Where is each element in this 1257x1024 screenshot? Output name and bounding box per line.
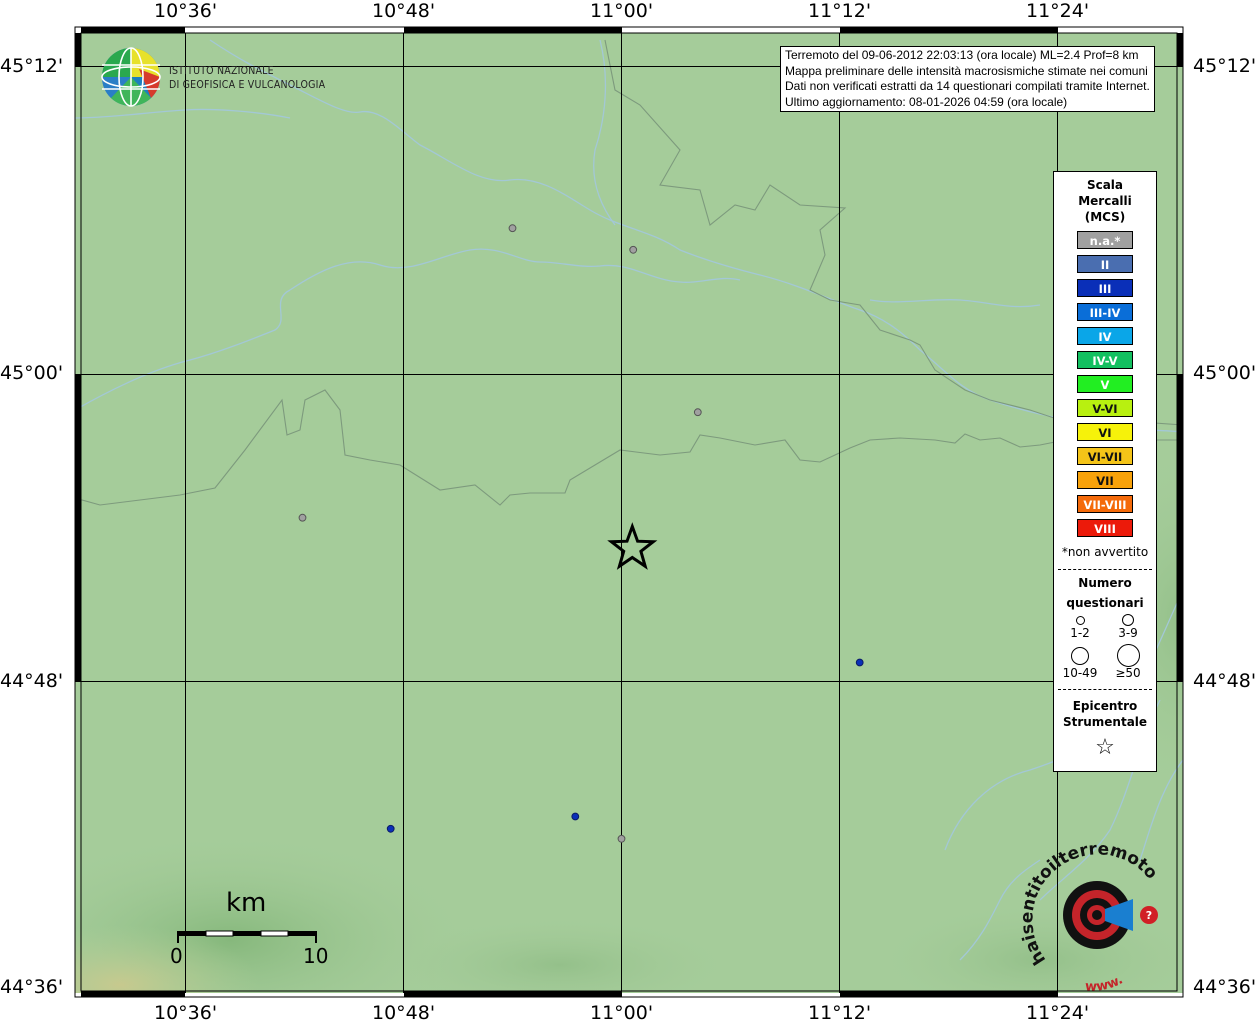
scale-bar-segment [233,931,261,936]
frame-tick [75,33,81,67]
legend-count-title-line: Numero [1078,576,1132,590]
intensity-point [693,408,702,417]
frame-tick [75,375,81,682]
scale-bar-segment [260,930,289,937]
intensity-point [855,658,864,667]
lat-label-right: 45°00' [1193,362,1257,384]
intensity-point [298,513,307,522]
svg-text:?: ? [1146,909,1152,922]
circle-size-50-plus [1117,644,1140,667]
frame-tick [81,27,185,33]
legend-swatch: V [1077,375,1133,393]
intensity-point [571,812,580,821]
scale-bar-unit: km [226,888,267,918]
intensity-point [629,245,638,254]
circle-label: ≥50 [1115,666,1141,680]
lat-label-left: 45°00' [0,362,64,384]
frame-tick [1177,375,1183,682]
scale-bar-segment [288,931,316,936]
intensity-point [386,824,395,833]
lon-label-bottom: 11°12' [808,1002,872,1024]
legend-title: Scala Mercalli (MCS) [1054,177,1156,225]
lat-label-right: 45°12' [1193,55,1257,77]
frame-tick [840,27,1058,33]
scale-bar-segment [205,930,234,937]
legend-swatch: II [1077,255,1133,273]
legend-swatch: n.a.* [1077,231,1133,249]
lon-label-bottom: 11°24' [1026,1002,1090,1024]
frame-tick [404,27,622,33]
event-info-box: Terremoto del 09-06-2012 22:03:13 (ora l… [780,46,1155,112]
lat-label-left: 45°12' [0,55,64,77]
lon-label-top: 11°12' [808,0,872,22]
event-info-line: Ultimo aggiornamento: 08-01-2026 04:59 (… [785,94,1068,109]
circle-size-10-49 [1071,647,1089,665]
event-info-line: Dati non verificati estratti da 14 quest… [785,79,1150,93]
lon-label-top: 11°00' [590,0,654,22]
frame-tick [404,991,622,997]
legend-note: *non avvertito [1061,545,1149,559]
scale-bar-end: 10 [303,944,329,968]
lon-label-bottom: 11°00' [590,1002,654,1024]
lon-label-bottom: 10°48' [372,1002,436,1024]
circle-size-1-2 [1076,616,1085,625]
legend-title-line: Scala [1086,178,1124,192]
intensity-legend: Scala Mercalli (MCS) n.a.* II III III-IV IV I… [1053,171,1157,772]
intensity-point [617,834,626,843]
lat-label-right: 44°48' [1193,670,1257,692]
lat-label-left: 44°36' [0,976,64,998]
legend-swatch: IV [1077,327,1133,345]
intensity-point [508,224,517,233]
terrain-hills [380,915,740,993]
legend-divider [1058,689,1152,690]
legend-swatch: VI [1077,423,1133,441]
event-info-line: Terremoto del 09-06-2012 22:03:13 (ora l… [785,48,1139,62]
legend-swatch: III-IV [1077,303,1133,321]
legend-epi-line: Epicentro [1072,699,1138,713]
star-icon: ☆ [1095,735,1115,760]
circle-label: 1-2 [1070,626,1090,640]
ingv-logo-text: ISTITUTO NAZIONALE DI GEOFISICA E VULCAN… [169,64,325,92]
scale-bar-start: 0 [170,944,183,968]
circle-label: 3-9 [1118,626,1138,640]
ingv-logo-line: ISTITUTO NAZIONALE [169,65,274,77]
lon-label-top: 10°36' [154,0,218,22]
frame-tick [81,991,185,997]
legend-swatch: VI-VII [1077,447,1133,465]
legend-epi-line: Strumentale [1062,715,1148,729]
legend-swatch: III [1077,279,1133,297]
legend-circle-sizes: 1-2 3-9 10-49 ≥50 [1054,613,1156,683]
ingv-logo-globe [101,47,161,107]
legend-swatch: V-VI [1077,399,1133,417]
lon-label-top: 10°48' [372,0,436,22]
legend-title-line: (MCS) [1084,210,1126,224]
lat-label-left: 44°48' [0,670,64,692]
legend-title-line: Mercalli [1078,194,1132,208]
lat-label-right: 44°36' [1193,976,1257,998]
circle-size-3-9 [1122,614,1134,626]
legend-swatch: VII-VIII [1077,495,1133,513]
legend-swatch: VIII [1077,519,1133,537]
lon-label-top: 11°24' [1026,0,1090,22]
legend-count-title: Numero questionari [1054,573,1156,613]
ingv-logo-line: DI GEOFISICA E VULCANOLOGIA [169,79,326,91]
frame-tick [1177,33,1183,67]
circle-label: 10-49 [1062,666,1098,680]
legend-count-title-line: questionari [1066,596,1144,610]
event-info-line: Mappa preliminare delle intensità macros… [785,63,1148,78]
frame-tick [840,991,1058,997]
legend-epicenter-title: Epicentro Strumentale [1054,698,1156,730]
legend-swatch: VII [1077,471,1133,489]
lon-label-bottom: 10°36' [154,1002,218,1024]
legend-swatch: IV-V [1077,351,1133,369]
legend-divider [1058,569,1152,570]
scale-bar-segment [178,931,206,936]
legend-swatches: n.a.* II III III-IV IV IV-V V V-VI VI VI-VII VII VI… [1054,231,1156,537]
